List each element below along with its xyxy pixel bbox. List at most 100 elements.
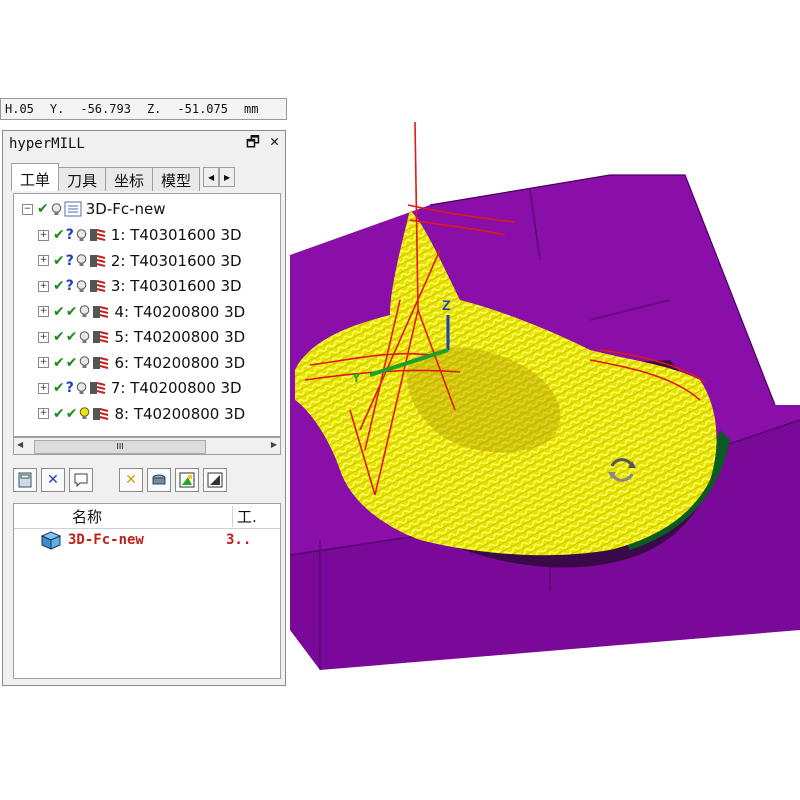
scroll-right-icon[interactable]: ▶ xyxy=(271,440,277,449)
expand-icon[interactable]: + xyxy=(38,255,49,266)
coord-z-label: Z. xyxy=(146,102,162,116)
delete-button[interactable]: ✕ xyxy=(41,468,65,492)
tree-item-job[interactable]: + ✔ ✔ 4: T40200800 3D xyxy=(38,301,245,323)
list-header-col2[interactable]: 工. xyxy=(232,505,257,527)
bulb-icon[interactable] xyxy=(79,407,90,420)
bulb-icon[interactable] xyxy=(79,356,90,369)
coord-unit: mm xyxy=(243,102,259,116)
tree-horizontal-scrollbar[interactable]: ◀ III ▶ xyxy=(13,437,281,455)
expand-icon[interactable]: + xyxy=(38,408,49,419)
milling-operation-icon xyxy=(89,229,106,241)
machine-sim-button[interactable] xyxy=(203,468,227,492)
tree-item-job[interactable]: + ✔ ✔ 8: T40200800 3D xyxy=(38,403,245,425)
stock-button[interactable] xyxy=(147,468,171,492)
job-cube-icon xyxy=(40,531,62,550)
job-status-icon: ? xyxy=(65,252,74,269)
panel-toolbar: ✕ ✕ xyxy=(13,465,281,495)
panel-tabs: 工单 刀具 坐标 模型 ◀ ▶ xyxy=(11,163,281,193)
tool-button[interactable]: ✕ xyxy=(119,468,143,492)
bulb-icon[interactable] xyxy=(79,330,90,344)
tab-models[interactable]: 模型 xyxy=(152,167,201,191)
milling-operation-icon xyxy=(89,254,106,267)
tree-item-label: 2: T40301600 3D xyxy=(110,251,242,270)
bulb-icon[interactable] xyxy=(79,305,90,318)
bulb-icon[interactable] xyxy=(51,202,62,216)
check-icon: ✔ xyxy=(53,405,65,422)
tree-item-job[interactable]: + ✔ ✔ 5: T40200800 3D xyxy=(38,326,245,348)
job-status-icon: ✔ xyxy=(65,303,78,320)
check-icon: ✔ xyxy=(53,380,65,396)
tree-item-label: 6: T40200800 3D xyxy=(114,353,246,372)
milling-operation-icon xyxy=(93,305,109,318)
comment-icon xyxy=(74,473,88,488)
hypermill-panel: hyperMILL 🗗 ✕ 工单 刀具 坐标 模型 ◀ ▶ − ✔ 3D-Fc-… xyxy=(2,130,286,686)
coord-y-value: -56.793 xyxy=(80,102,131,116)
bulb-icon[interactable] xyxy=(76,381,87,395)
check-icon: ✔ xyxy=(53,278,65,294)
tree-root-label: 3D-Fc-new xyxy=(85,200,166,218)
milling-operation-icon xyxy=(89,382,106,394)
graphics-viewport[interactable]: Z Y xyxy=(289,110,800,690)
calculate-button[interactable] xyxy=(13,468,37,492)
bulb-icon[interactable] xyxy=(76,254,87,267)
tree-item-job[interactable]: + ✔? 1: T40301600 3D xyxy=(38,224,242,246)
machine-sim-icon xyxy=(207,472,223,488)
coord-z-value: -51.075 xyxy=(177,102,228,116)
expand-icon[interactable]: + xyxy=(38,229,49,241)
tree-item-label: 8: T40200800 3D xyxy=(114,404,246,423)
simulate-icon xyxy=(179,472,195,488)
bulb-icon[interactable] xyxy=(76,279,87,293)
scroll-thumb[interactable]: III xyxy=(34,440,206,454)
tool-icon: ✕ xyxy=(125,472,137,488)
list-header-name[interactable]: 名称 xyxy=(72,506,232,527)
tab-prev-icon[interactable]: ◀ xyxy=(203,167,220,187)
tree-item-job[interactable]: + ✔? 2: T40301600 3D xyxy=(38,250,242,272)
job-status-icon: ? xyxy=(65,227,74,243)
check-icon: ✔ xyxy=(53,303,65,320)
calculator-icon xyxy=(18,472,32,488)
comment-button[interactable] xyxy=(69,468,93,492)
tree-item-job[interactable]: + ✔? 7: T40200800 3D xyxy=(38,377,242,399)
milling-operation-icon xyxy=(93,331,109,343)
tree-item-job[interactable]: + ✔ ✔ 6: T40200800 3D xyxy=(38,352,245,374)
milling-operation-icon xyxy=(93,407,109,420)
tab-frames[interactable]: 坐标 xyxy=(105,167,154,191)
list-item-name: 3D-Fc-new xyxy=(68,532,144,548)
expand-icon[interactable]: + xyxy=(38,280,49,292)
expand-icon[interactable]: + xyxy=(38,306,49,317)
collapse-icon[interactable]: − xyxy=(22,203,33,215)
list-header: 名称 工. xyxy=(14,504,280,529)
expand-icon[interactable]: + xyxy=(38,357,49,368)
job-list-icon xyxy=(64,201,82,217)
delete-x-icon: ✕ xyxy=(47,472,59,488)
panel-titlebar: hyperMILL 🗗 ✕ xyxy=(3,131,285,157)
tab-jobs[interactable]: 工单 xyxy=(11,163,60,191)
milling-operation-icon xyxy=(93,356,109,369)
expand-icon[interactable]: + xyxy=(38,331,49,343)
scroll-left-icon[interactable]: ◀ xyxy=(17,440,23,449)
tree-item-label: 3: T40301600 3D xyxy=(110,277,242,295)
check-icon: ✔ xyxy=(37,201,49,217)
check-icon: ✔ xyxy=(53,329,65,345)
pin-icon[interactable]: 🗗 xyxy=(246,132,260,157)
tab-tools[interactable]: 刀具 xyxy=(58,167,107,191)
milling-operation-icon xyxy=(89,280,106,292)
coord-x-value: H.05 xyxy=(5,102,34,116)
bulb-icon[interactable] xyxy=(76,228,87,242)
expand-icon[interactable]: + xyxy=(38,382,49,394)
stock-icon xyxy=(152,474,166,485)
axis-z-label: Z xyxy=(442,297,451,313)
tab-next-icon[interactable]: ▶ xyxy=(219,167,236,187)
tree-item-label: 4: T40200800 3D xyxy=(114,302,246,321)
model-view[interactable]: Z Y xyxy=(289,110,800,690)
job-status-icon: ? xyxy=(65,278,74,294)
coordinate-readout: H.05 Y. -56.793 Z. -51.075 mm xyxy=(0,98,287,120)
object-list: 名称 工. 3D-Fc-new 3.. xyxy=(13,503,281,679)
tree-root[interactable]: − ✔ 3D-Fc-new xyxy=(22,198,166,220)
simulate-button[interactable] xyxy=(175,468,199,492)
check-icon: ✔ xyxy=(53,252,65,269)
job-status-icon: ✔ xyxy=(65,405,78,422)
list-item[interactable]: 3D-Fc-new 3.. xyxy=(14,529,280,551)
tree-item-job[interactable]: + ✔? 3: T40301600 3D xyxy=(38,275,242,297)
close-icon[interactable]: ✕ xyxy=(270,132,279,157)
